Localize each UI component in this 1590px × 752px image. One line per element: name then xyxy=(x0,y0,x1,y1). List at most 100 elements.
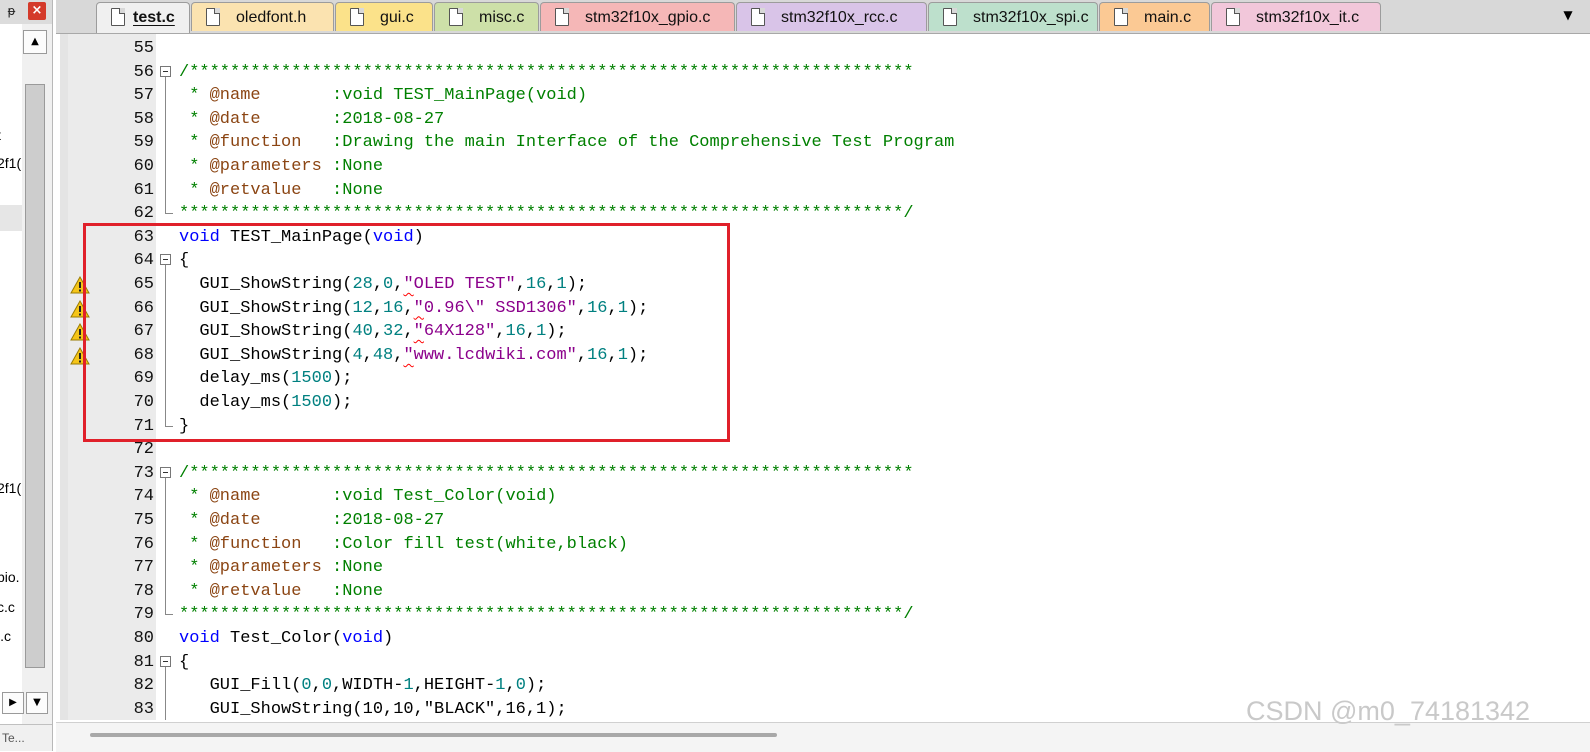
project-vertical-scrollbar[interactable]: ▲ xyxy=(23,30,47,668)
panel-bottom-tab[interactable]: Te... xyxy=(0,724,52,751)
tab-file[interactable]: misc.c xyxy=(434,2,539,31)
code-token-plain: ) xyxy=(383,629,394,648)
code-text[interactable]: * @function :Drawing the main Interface … xyxy=(179,131,954,155)
scroll-thumb[interactable] xyxy=(90,733,777,737)
pin-icon[interactable]: ᵽ xyxy=(3,3,20,20)
code-line[interactable]: 81 { xyxy=(56,651,1590,675)
code-text[interactable]: { xyxy=(179,651,189,675)
code-text[interactable]: GUI_ShowString(28,0,"OLED TEST",16,1); xyxy=(179,273,587,297)
code-text[interactable]: * @date :2018-08-27 xyxy=(179,108,444,132)
code-text[interactable]: * @parameters :None xyxy=(179,155,383,179)
line-number: 55 xyxy=(133,39,154,58)
code-text[interactable]: GUI_ShowString(12,16,"0.96\" SSD1306",16… xyxy=(179,297,648,321)
warning-icon[interactable] xyxy=(70,299,90,318)
code-text[interactable]: /***************************************… xyxy=(179,61,914,85)
code-line[interactable]: 58 * @date :2018-08-27 xyxy=(56,107,1590,132)
tab-list-dropdown-button[interactable]: ▼ xyxy=(1560,6,1576,24)
code-line[interactable]: 73 /*************************************… xyxy=(56,462,1590,486)
warning-icon[interactable] xyxy=(70,323,90,341)
fold-guide xyxy=(165,477,166,486)
code-line[interactable]: 71} xyxy=(56,414,1590,439)
code-line[interactable]: 57 * @name :void TEST_MainPage(void) xyxy=(56,84,1590,108)
tab-file[interactable]: stm32f10x_it.c xyxy=(1211,2,1381,31)
code-text[interactable]: delay_ms(1500); xyxy=(179,367,352,391)
code-line[interactable]: 74 * @name :void Test_Color(void) xyxy=(56,485,1590,509)
warning-icon[interactable] xyxy=(70,346,90,365)
code-line[interactable]: 69 delay_ms(1500); xyxy=(56,367,1590,391)
code-token-plain: TEST_MainPage( xyxy=(219,227,373,247)
code-text[interactable]: GUI_Fill(0,0,WIDTH-1,HEIGHT-1,0); xyxy=(179,674,547,698)
code-line[interactable]: 60 * @parameters :None xyxy=(56,155,1590,179)
line-number: 76 xyxy=(133,534,154,554)
code-line[interactable]: 76 * @function :Color fill test(white,bl… xyxy=(56,532,1590,557)
code-text[interactable]: void Test_Color(void) xyxy=(179,627,393,651)
scroll-down-button[interactable]: ▼ xyxy=(26,692,48,714)
tree-item[interactable]: 2f1( xyxy=(0,152,22,174)
code-text[interactable]: * @parameters :None xyxy=(179,556,383,580)
tab-file[interactable]: gui.c xyxy=(335,2,433,31)
code-editor[interactable]: 55 56 /***********************************… xyxy=(56,34,1590,720)
tab-file[interactable]: stm32f10x_rcc.c xyxy=(736,2,927,31)
code-line[interactable]: 63 void TEST_MainPage(void) xyxy=(56,226,1590,250)
code-line[interactable]: 67 GUI_ShowString(40,32,"64X128",16,1); xyxy=(56,320,1590,344)
code-text[interactable]: * @retvalue :None xyxy=(179,580,383,604)
code-text[interactable]: { xyxy=(179,249,189,273)
scroll-up-button[interactable]: ▲ xyxy=(23,30,47,54)
tab-file[interactable]: stm32f10x_spi.c xyxy=(928,2,1098,31)
code-text[interactable]: * @function :Color fill test(white,black… xyxy=(179,533,628,557)
tab-file[interactable]: test.c xyxy=(96,2,190,33)
code-line[interactable]: 78 * @retvalue :None xyxy=(56,579,1590,604)
code-text[interactable]: * @name :void TEST_MainPage(void) xyxy=(179,84,587,108)
scroll-right-button[interactable]: ▶ xyxy=(2,692,24,714)
code-line[interactable]: 59 * @function :Drawing the main Interfa… xyxy=(56,131,1590,155)
tree-item[interactable]: c.c xyxy=(0,596,22,618)
code-line[interactable]: 79 **************************************… xyxy=(56,603,1590,627)
code-text[interactable]: GUI_ShowString(40,32,"64X128",16,1); xyxy=(179,320,566,344)
code-line[interactable]: 55 xyxy=(56,37,1590,61)
tree-item[interactable]: i.c xyxy=(0,625,22,647)
code-token-tag: @retvalue xyxy=(209,180,302,200)
code-line[interactable]: 80 void Test_Color(void) xyxy=(56,627,1590,651)
code-line[interactable]: 77 * @parameters :None xyxy=(56,556,1590,580)
code-text[interactable]: delay_ms(1500); xyxy=(179,391,352,415)
code-text[interactable]: * @name :void Test_Color(void) xyxy=(179,485,556,509)
close-panel-button[interactable]: × xyxy=(28,2,46,20)
fold-toggle-icon[interactable] xyxy=(160,655,171,667)
code-line[interactable]: 64 { xyxy=(56,249,1590,273)
tree-item[interactable]: pio. xyxy=(0,566,22,588)
tab-label: main.c xyxy=(1144,9,1192,26)
code-text[interactable]: ****************************************… xyxy=(179,202,914,226)
code-text[interactable]: GUI_ShowString(10,10,"BLACK",16,1); xyxy=(179,698,567,720)
tree-item[interactable]: t xyxy=(0,124,22,146)
code-text[interactable]: } xyxy=(179,415,189,439)
code-line[interactable]: 72 xyxy=(56,438,1590,462)
code-line[interactable]: 61 * @retvalue :None xyxy=(56,178,1590,203)
tab-file[interactable]: stm32f10x_gpio.c xyxy=(540,2,735,31)
code-line[interactable]: 62 **************************************… xyxy=(56,202,1590,226)
code-text[interactable]: void TEST_MainPage(void) xyxy=(179,226,424,250)
code-line[interactable]: 65 GUI_ShowString(28,0,"OLED TEST",16,1)… xyxy=(56,273,1590,297)
tree-item[interactable]: 2f1( xyxy=(0,477,22,499)
fold-toggle-icon[interactable] xyxy=(160,466,171,478)
scroll-thumb[interactable] xyxy=(25,84,45,668)
code-line[interactable]: 82 GUI_Fill(0,0,WIDTH-1,HEIGHT-1,0); xyxy=(56,674,1590,698)
code-text[interactable]: GUI_ShowString(4,48,"www.lcdwiki.com",16… xyxy=(179,344,648,368)
code-line[interactable]: 56 /*************************************… xyxy=(56,61,1590,85)
fold-toggle-icon[interactable] xyxy=(160,65,171,77)
code-text[interactable]: /***************************************… xyxy=(179,462,914,486)
tab-file[interactable]: main.c xyxy=(1099,2,1210,31)
code-line[interactable]: 68 GUI_ShowString(4,48,"www.lcdwiki.com"… xyxy=(56,343,1590,368)
fold-toggle-icon[interactable] xyxy=(160,254,171,266)
code-token-plain: , xyxy=(576,345,588,365)
warning-icon[interactable] xyxy=(70,276,90,294)
code-token-comment: :2018-08-27 xyxy=(260,511,445,530)
code-line[interactable]: 70 delay_ms(1500); xyxy=(56,391,1590,415)
code-token-str: " xyxy=(413,322,424,342)
code-line[interactable]: 75 * @date :2018-08-27 xyxy=(56,509,1590,533)
code-token-comment: * xyxy=(179,109,210,129)
tab-file[interactable]: oledfont.h xyxy=(191,2,334,31)
code-text[interactable]: ****************************************… xyxy=(179,603,914,627)
code-text[interactable]: * @retvalue :None xyxy=(179,179,383,203)
code-text[interactable]: * @date :2018-08-27 xyxy=(179,509,444,533)
code-line[interactable]: 66 GUI_ShowString(12,16,"0.96\" SSD1306"… xyxy=(56,296,1590,321)
